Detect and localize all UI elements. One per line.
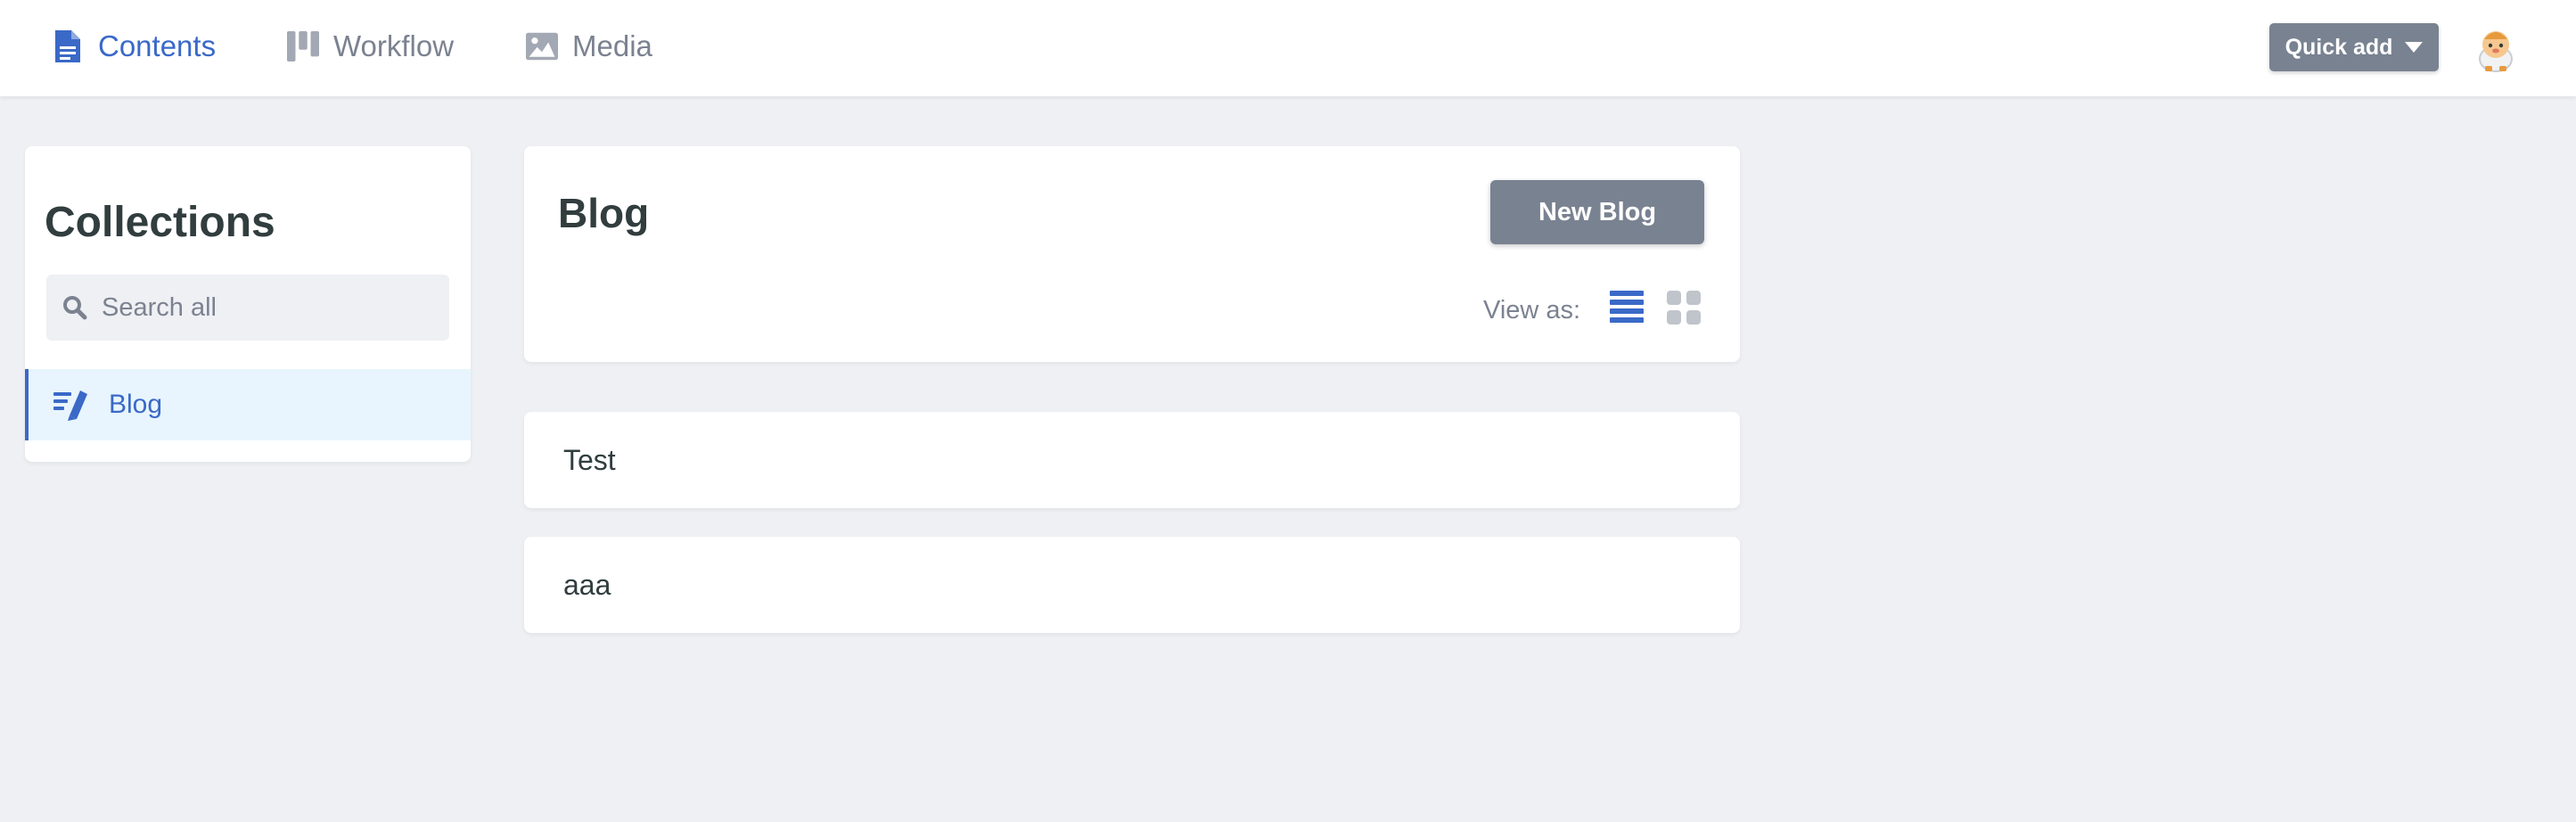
page-title: Blog: [558, 190, 650, 236]
entry-title: aaa: [563, 568, 611, 601]
sidebar-title: Collections: [45, 199, 275, 246]
collections-sidebar: Collections Blog: [25, 146, 471, 462]
document-icon: [52, 29, 84, 64]
list-item[interactable]: Test: [524, 412, 1740, 508]
entry-title: Test: [563, 443, 616, 476]
search-box[interactable]: [46, 275, 449, 341]
image-icon: [526, 29, 558, 64]
list-item[interactable]: aaa: [524, 537, 1740, 633]
nav-contents[interactable]: Contents: [52, 25, 216, 68]
list-view-icon[interactable]: [1610, 289, 1644, 326]
view-as-label: View as:: [1483, 296, 1581, 325]
new-entry-button[interactable]: New Blog: [1490, 180, 1704, 244]
nav-contents-label: Contents: [98, 29, 217, 62]
write-icon: [53, 389, 89, 421]
nav-workflow[interactable]: Workflow: [287, 25, 454, 68]
search-icon: [62, 295, 87, 320]
search-input[interactable]: [102, 292, 440, 323]
nav-media-label: Media: [572, 29, 652, 62]
nav-media[interactable]: Media: [526, 25, 652, 68]
avatar-icon[interactable]: [2473, 23, 2519, 73]
sidebar-item-blog[interactable]: Blog: [25, 369, 471, 440]
sidebar-item-label: Blog: [109, 390, 163, 419]
grid-view-icon[interactable]: [1667, 291, 1701, 325]
caret-down-icon: [2405, 42, 2424, 53]
kanban-icon: [287, 29, 319, 64]
nav-workflow-label: Workflow: [333, 29, 455, 62]
quick-add-button[interactable]: Quick add: [2269, 23, 2439, 71]
top-navigation-bar: Contents Workflow Media Quick add: [0, 0, 2576, 96]
quick-add-label: Quick add: [2285, 34, 2393, 60]
collection-header-card: Blog New Blog View as:: [524, 146, 1740, 362]
